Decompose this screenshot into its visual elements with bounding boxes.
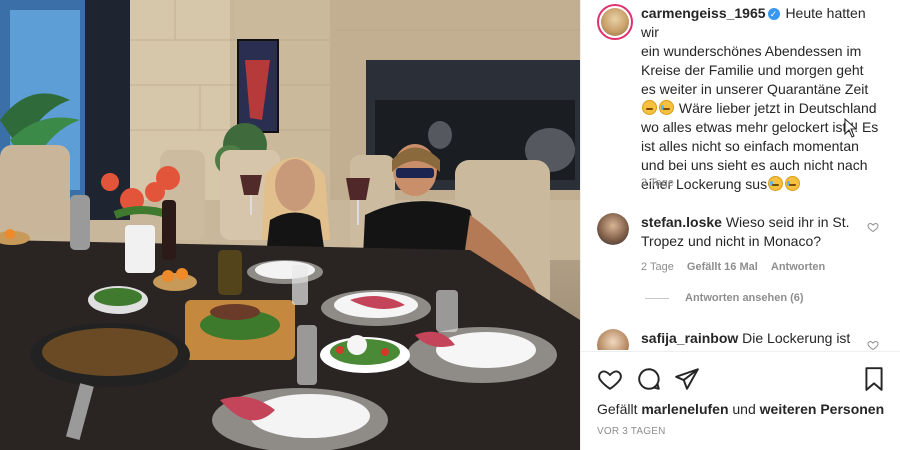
heart-icon[interactable]	[597, 366, 623, 392]
post-actions: Gefällt marlenelufen und weiteren Person…	[581, 351, 900, 450]
sad-face-emoji-icon	[642, 100, 657, 115]
caption-line-4: es weiter in unserer Quarantäne Zeit	[641, 81, 869, 97]
post-photo[interactable]	[0, 0, 580, 450]
post-caption: carmengeiss_1965 ✓ Heute hatten wir ein w…	[641, 4, 886, 194]
comment-2: safija_rainbow Die Lockerung ist	[641, 329, 871, 348]
comment-text: Die Lockerung ist	[742, 330, 851, 346]
caption-line-2: ein wunderschönes Abendessen im	[641, 43, 862, 59]
replies-divider	[645, 297, 669, 299]
crying-face-emoji-icon	[659, 100, 674, 115]
comment-icon[interactable]	[636, 366, 662, 392]
comment-likes-count[interactable]: Gefällt 16 Mal	[687, 261, 758, 273]
liked-by-user[interactable]: marlenelufen	[641, 401, 728, 417]
comment-username[interactable]: safija_rainbow	[641, 330, 738, 346]
author-avatar[interactable]	[597, 4, 633, 40]
likes-middle: und	[732, 401, 756, 417]
comments-list[interactable]: carmengeiss_1965 ✓ Heute hatten wir ein w…	[581, 0, 900, 350]
caption-line-5: Wäre lieber jetzt in Deutschland	[678, 100, 877, 116]
commenter-avatar-image	[597, 213, 629, 245]
post-timestamp[interactable]: VOR 3 TAGEN	[597, 426, 666, 437]
comment-1: stefan.loske Wieso seid ihr in St. Trope…	[641, 213, 871, 251]
likes-prefix: Gefällt	[597, 401, 638, 417]
send-icon[interactable]	[674, 366, 700, 392]
caption-line-6: wo alles etwas mehr gelockert ist.!! Es	[641, 119, 879, 135]
bookmark-icon[interactable]	[861, 366, 887, 392]
instagram-post-view: carmengeiss_1965 ✓ Heute hatten wir ein w…	[0, 0, 900, 450]
mouse-cursor-icon	[844, 118, 858, 138]
liked-by-others-link[interactable]: weiteren Personen	[760, 401, 885, 417]
caption-line-3: Kreise der Familie und morgen geht	[641, 62, 864, 78]
view-replies-label: Antworten ansehen (6)	[685, 292, 804, 304]
likes-summary: Gefällt marlenelufen und weiteren Person…	[597, 401, 884, 417]
reply-button[interactable]: Antworten	[771, 261, 825, 273]
view-replies-button[interactable]: Antworten ansehen (6)	[645, 292, 804, 304]
comment-time[interactable]: 2 Tage	[641, 261, 674, 273]
caption-time[interactable]: 3 Tage	[641, 177, 674, 189]
author-username[interactable]: carmengeiss_1965	[641, 5, 766, 21]
caption-line-8: und bei uns sieht es auch nicht nach	[641, 157, 868, 173]
commenter-avatar[interactable]	[597, 329, 629, 350]
crying-face-emoji-icon	[768, 176, 784, 191]
comment-like-heart-icon[interactable]	[867, 339, 879, 350]
caption-meta: 3 Tage	[641, 177, 684, 189]
crying-face-emoji-icon	[785, 176, 801, 191]
comment-1-meta: 2 Tage Gefällt 16 Mal Antworten	[641, 261, 835, 273]
post-sidebar: carmengeiss_1965 ✓ Heute hatten wir ein w…	[580, 0, 900, 450]
commenter-avatar[interactable]	[597, 213, 629, 245]
commenter-avatar-image	[597, 329, 629, 350]
dinner-photo-illustration	[0, 0, 580, 450]
caption-line-7: ist alles nicht so einfach momentan	[641, 138, 859, 154]
comment-like-heart-icon[interactable]	[867, 221, 879, 233]
author-avatar-image	[601, 8, 629, 36]
comment-username[interactable]: stefan.loske	[641, 214, 722, 230]
verified-badge-icon: ✓	[767, 8, 780, 20]
